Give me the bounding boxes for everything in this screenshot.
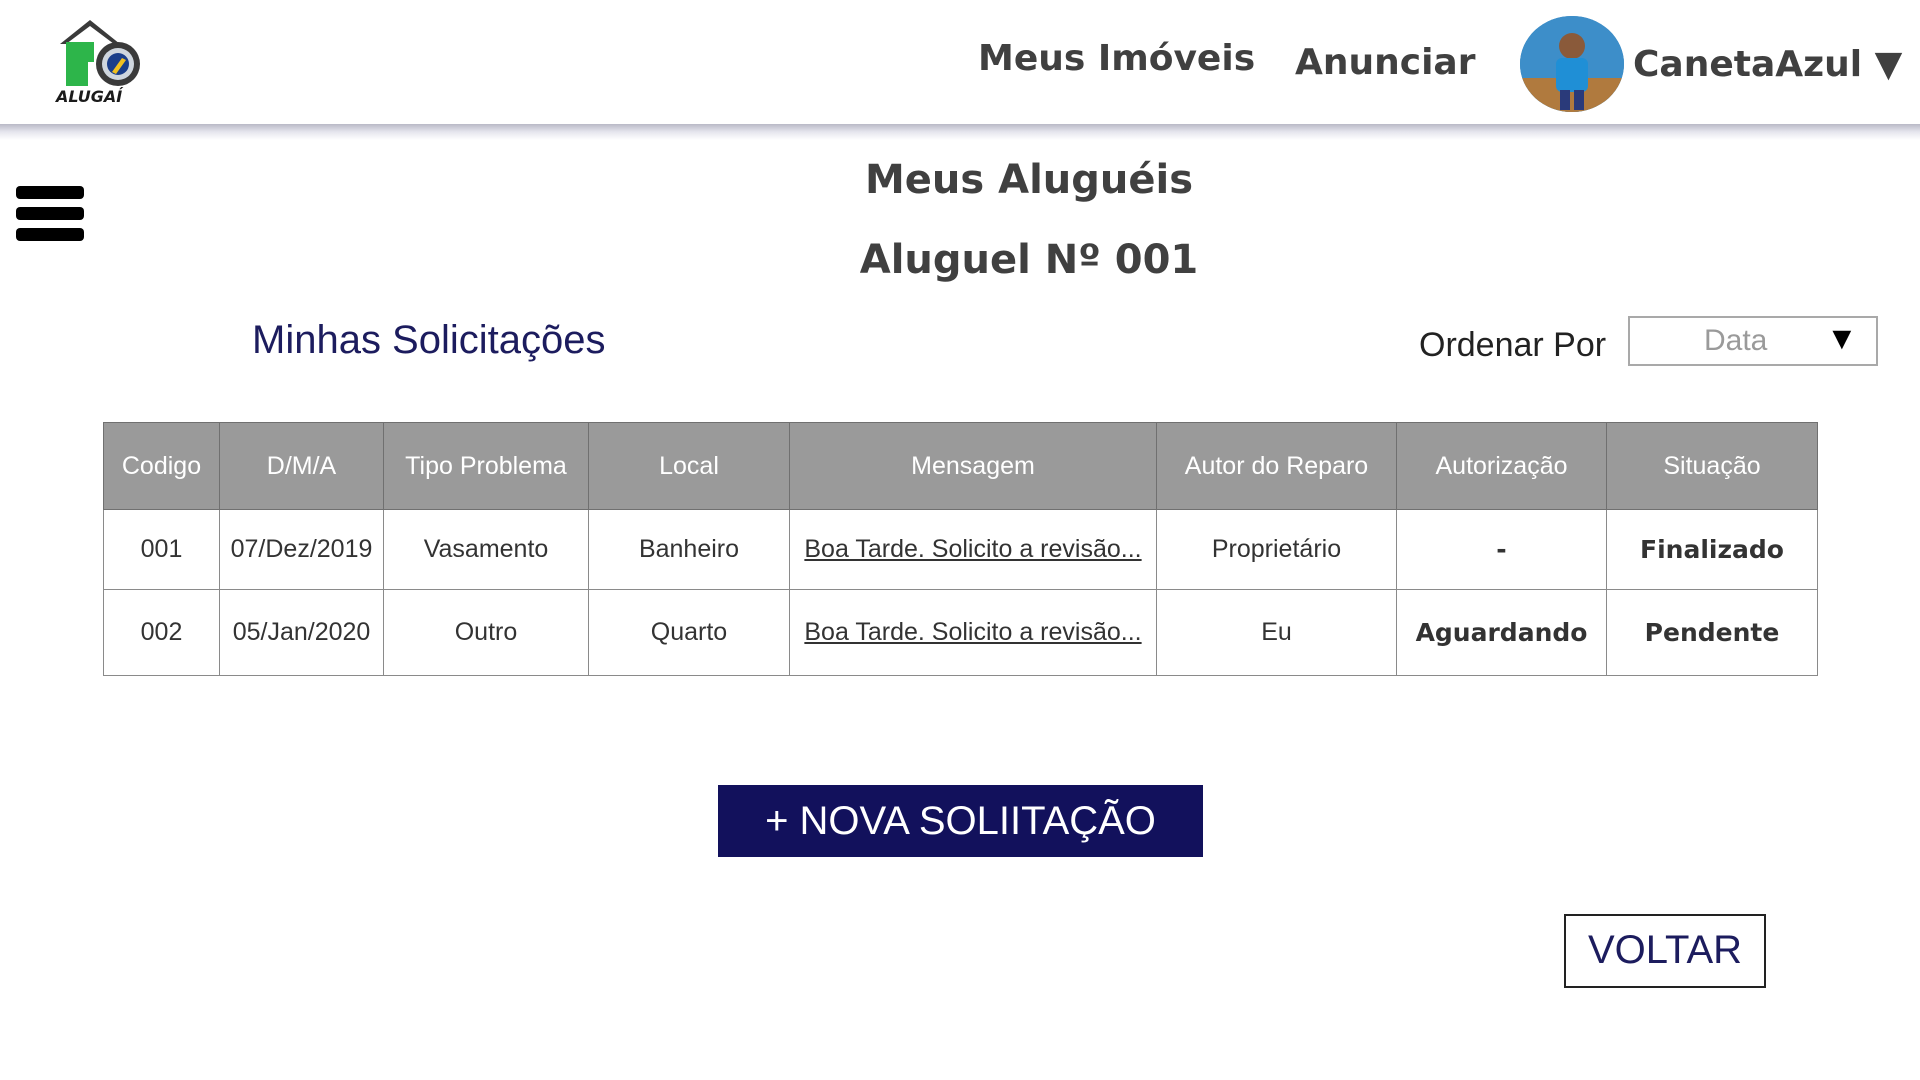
logo-text: ALUGAÍ bbox=[54, 87, 124, 106]
cell-codigo: 001 bbox=[103, 509, 220, 590]
column-header[interactable]: D/M/A bbox=[219, 422, 384, 510]
cell-tipo: Outro bbox=[383, 589, 589, 676]
cell-tipo: Vasamento bbox=[383, 509, 589, 590]
column-header[interactable]: Codigo bbox=[103, 422, 220, 510]
chevron-down-icon: ▼ bbox=[1826, 320, 1858, 356]
nav-anunciar[interactable]: Anunciar bbox=[1295, 42, 1475, 83]
cell-autorizacao: - bbox=[1396, 509, 1607, 590]
section-title: Minhas Solicitações bbox=[252, 318, 606, 362]
chevron-down-icon: ▼ bbox=[1874, 44, 1903, 85]
message-link[interactable]: Boa Tarde. Solicito a revisão... bbox=[804, 535, 1141, 563]
status-badge: Finalizado bbox=[1606, 509, 1818, 590]
user-name: CanetaAzul bbox=[1633, 44, 1863, 85]
cell-mensagem: Boa Tarde. Solicito a revisão... bbox=[789, 509, 1157, 590]
rental-number: Aluguel Nº 001 bbox=[859, 237, 1199, 283]
new-request-button[interactable]: + NOVA SOLIITAÇÃO bbox=[718, 785, 1203, 857]
column-header[interactable]: Situação bbox=[1606, 422, 1818, 510]
table-header-row: Codigo D/M/A Tipo Problema Local Mensage… bbox=[103, 422, 1818, 510]
alugai-logo[interactable]: ALUGAÍ bbox=[52, 14, 152, 106]
cell-autor: Eu bbox=[1156, 589, 1397, 676]
column-header[interactable]: Tipo Problema bbox=[383, 422, 589, 510]
cell-local: Banheiro bbox=[588, 509, 790, 590]
nav-meus-imoveis[interactable]: Meus Imóveis bbox=[978, 38, 1255, 79]
sort-select[interactable]: Data ▼ bbox=[1628, 316, 1878, 366]
column-header[interactable]: Autorização bbox=[1396, 422, 1607, 510]
cell-data: 07/Dez/2019 bbox=[219, 509, 384, 590]
page-title: Meus Aluguéis bbox=[864, 157, 1194, 203]
column-header[interactable]: Autor do Reparo bbox=[1156, 422, 1397, 510]
status-badge: Pendente bbox=[1606, 589, 1818, 676]
cell-codigo: 002 bbox=[103, 589, 220, 676]
message-link[interactable]: Boa Tarde. Solicito a revisão... bbox=[804, 618, 1141, 646]
cell-mensagem: Boa Tarde. Solicito a revisão... bbox=[789, 589, 1157, 676]
avatar-photo bbox=[1520, 16, 1624, 112]
sort-label: Ordenar Por bbox=[1419, 326, 1607, 364]
top-header: ALUGAÍ Meus Imóveis Anunciar CanetaAzul … bbox=[0, 0, 1920, 125]
cell-autorizacao: Aguardando bbox=[1396, 589, 1607, 676]
cell-data: 05/Jan/2020 bbox=[219, 589, 384, 676]
column-header[interactable]: Local bbox=[588, 422, 790, 510]
column-header[interactable]: Mensagem bbox=[789, 422, 1157, 510]
sort-selected-value: Data bbox=[1704, 324, 1768, 357]
header-divider bbox=[0, 124, 1920, 140]
user-avatar[interactable] bbox=[1520, 16, 1624, 112]
back-button[interactable]: VOLTAR bbox=[1564, 914, 1766, 988]
user-menu[interactable]: CanetaAzul ▼ bbox=[1633, 44, 1902, 85]
table-row[interactable]: 001 07/Dez/2019 Vasamento Banheiro Boa T… bbox=[103, 509, 1818, 590]
table-row[interactable]: 002 05/Jan/2020 Outro Quarto Boa Tarde. … bbox=[103, 589, 1818, 676]
cell-autor: Proprietário bbox=[1156, 509, 1397, 590]
cell-local: Quarto bbox=[588, 589, 790, 676]
requests-table: Codigo D/M/A Tipo Problema Local Mensage… bbox=[103, 422, 1818, 676]
